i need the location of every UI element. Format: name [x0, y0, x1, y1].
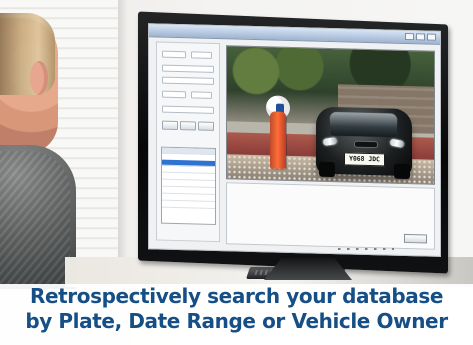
minimize-icon[interactable] — [405, 32, 414, 41]
date-range-field[interactable] — [162, 76, 214, 85]
window-controls — [405, 32, 436, 41]
maximize-icon[interactable] — [416, 33, 425, 41]
search-input-small[interactable] — [162, 50, 186, 59]
headline-line-2: by Plate, Date Range or Vehicle Owner — [25, 309, 448, 333]
search-input[interactable] — [162, 64, 214, 73]
headline-line-1: Retrospectively search your database — [29, 284, 444, 308]
table-header — [162, 147, 215, 155]
close-icon[interactable] — [427, 33, 436, 41]
filter-button[interactable] — [162, 120, 178, 131]
search-button[interactable] — [198, 121, 214, 131]
anpr-software-screen: Y068 JDC — [148, 23, 441, 257]
owner-field[interactable] — [191, 91, 212, 99]
car-tyre-left — [319, 161, 335, 178]
number-plate: Y068 JDC — [344, 152, 385, 167]
clear-button[interactable] — [180, 121, 196, 131]
date-input-small[interactable] — [191, 51, 212, 59]
computer-monitor: Y068 JDC — [138, 11, 448, 274]
camera-image-panel: Y068 JDC — [226, 45, 435, 185]
car-windscreen — [329, 111, 398, 138]
wall-edge — [118, 0, 128, 280]
orange-barrier-post — [270, 111, 286, 169]
results-table — [161, 146, 216, 226]
car-tyre-right — [394, 163, 410, 180]
owner-search-field[interactable] — [162, 105, 214, 114]
person-ear — [30, 61, 48, 95]
details-panel — [226, 182, 435, 250]
close-button[interactable] — [404, 233, 427, 244]
headline-overlay: Retrospectively search your database by … — [0, 284, 473, 345]
table-row[interactable] — [162, 201, 215, 209]
plate-field[interactable] — [162, 90, 186, 99]
monitor-buttons — [338, 248, 394, 250]
person-shirt-texture — [0, 151, 70, 289]
search-panel — [156, 41, 220, 243]
car-grille — [354, 140, 378, 149]
anpr-promotional-photo: Y068 JDC Retrospectively search your dat… — [0, 0, 473, 345]
